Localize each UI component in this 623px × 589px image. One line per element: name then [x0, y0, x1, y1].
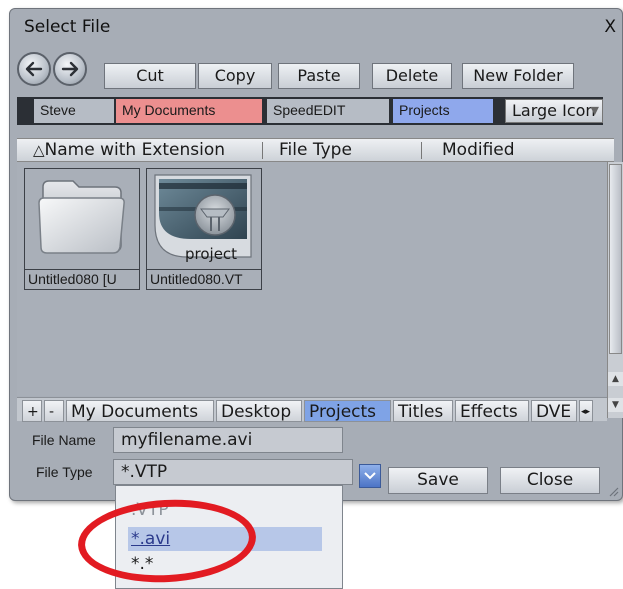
- location-tab-steve[interactable]: Steve: [34, 99, 114, 123]
- tab-titles[interactable]: Titles: [393, 400, 453, 422]
- file-name-input[interactable]: myfilename.avi: [113, 427, 343, 453]
- project-badge: project: [185, 245, 238, 263]
- view-mode-value: Large Icon: [512, 101, 596, 120]
- remove-tab-button[interactable]: -: [44, 400, 64, 422]
- column-name-label: Name with Extension: [44, 140, 226, 160]
- column-header: △Name with Extension File Type Modified: [17, 138, 614, 162]
- tab-my-documents[interactable]: My Documents: [66, 400, 214, 422]
- tabs-scroll-icon[interactable]: ◂▸: [579, 400, 593, 422]
- arrow-right-icon: [61, 61, 79, 77]
- select-file-dialog: Select File X Cut Copy Paste Delete New …: [9, 8, 623, 501]
- cut-button[interactable]: Cut: [104, 63, 196, 89]
- copy-button[interactable]: Copy: [198, 63, 272, 89]
- file-item-folder[interactable]: Untitled080 [U: [24, 168, 140, 290]
- close-button[interactable]: Close: [500, 467, 600, 494]
- chevron-down-icon: ▼: [590, 104, 599, 117]
- file-type-select[interactable]: *.VTP: [113, 459, 353, 485]
- vertical-scrollbar[interactable]: ▲ ▼: [607, 162, 623, 418]
- save-button[interactable]: Save: [388, 467, 488, 494]
- new-folder-button[interactable]: New Folder: [462, 63, 574, 89]
- view-mode-dropdown[interactable]: Large Icon ▼: [505, 99, 603, 123]
- file-type-label: File Type: [36, 464, 93, 480]
- paste-button[interactable]: Paste: [278, 63, 360, 89]
- location-tab-my-documents[interactable]: My Documents: [116, 99, 262, 123]
- dialog-title: Select File: [24, 17, 111, 37]
- title-bar[interactable]: Select File X: [10, 9, 622, 47]
- tab-desktop[interactable]: Desktop: [216, 400, 302, 422]
- back-button[interactable]: [17, 52, 51, 86]
- chevron-down-icon: [364, 472, 376, 480]
- delete-button[interactable]: Delete: [372, 63, 452, 89]
- location-tab-projects[interactable]: Projects: [393, 99, 493, 123]
- file-item-label: Untitled080 [U: [25, 269, 139, 289]
- file-list[interactable]: Untitled080 [U project Untitled080.VT: [17, 162, 607, 396]
- tab-dve[interactable]: DVE: [531, 400, 577, 422]
- column-divider[interactable]: [421, 142, 422, 159]
- column-name[interactable]: △Name with Extension: [33, 139, 255, 161]
- file-item-label: Untitled080.VT: [147, 269, 261, 289]
- file-type-dropdown-button[interactable]: [359, 464, 381, 488]
- column-modified[interactable]: Modified: [442, 139, 592, 161]
- tab-effects[interactable]: Effects: [455, 400, 529, 422]
- scroll-up-icon[interactable]: ▲: [608, 372, 623, 386]
- column-divider[interactable]: [262, 142, 263, 159]
- tab-projects[interactable]: Projects: [304, 400, 391, 422]
- folder-icon: [38, 180, 125, 254]
- forward-button[interactable]: [53, 52, 87, 86]
- file-name-label: File Name: [32, 432, 96, 448]
- file-item-project[interactable]: project Untitled080.VT: [146, 168, 262, 290]
- location-tab-speededit[interactable]: SpeedEDIT: [267, 99, 389, 123]
- close-window-button[interactable]: X: [604, 17, 616, 37]
- location-bar: Steve My Documents SpeedEDIT Projects La…: [17, 97, 603, 125]
- add-tab-button[interactable]: +: [22, 400, 42, 422]
- arrow-left-icon: [25, 61, 43, 77]
- column-file-type[interactable]: File Type: [279, 139, 429, 161]
- resize-grip-icon[interactable]: [607, 485, 619, 497]
- folder-tabs-bar: + - My Documents Desktop Projects Titles…: [17, 397, 607, 422]
- scroll-down-icon[interactable]: ▼: [608, 398, 623, 412]
- scrollbar-thumb[interactable]: [609, 164, 622, 354]
- sort-ascending-icon: △: [33, 141, 45, 159]
